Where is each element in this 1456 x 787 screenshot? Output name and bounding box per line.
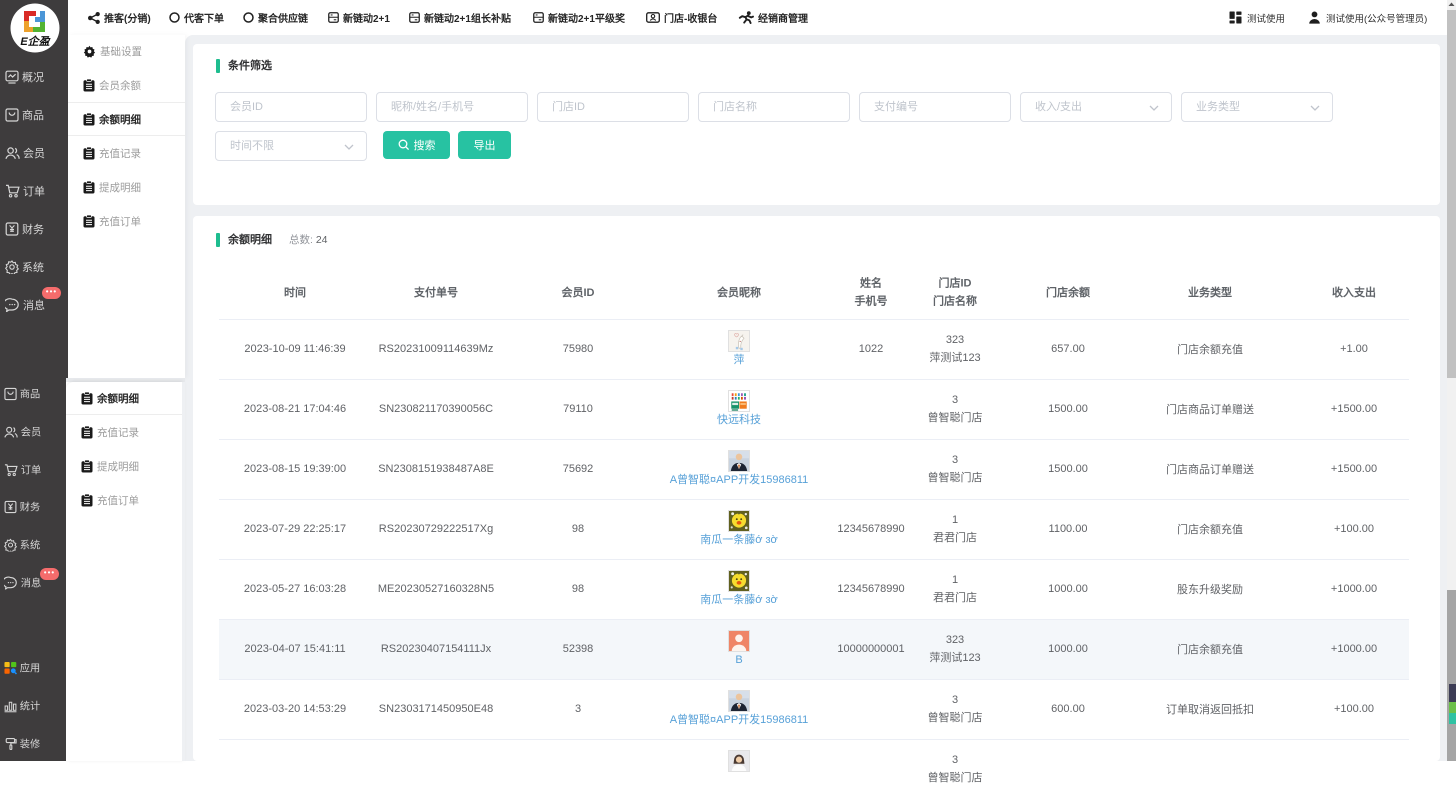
svg-text:E企盈: E企盈 (20, 35, 50, 48)
